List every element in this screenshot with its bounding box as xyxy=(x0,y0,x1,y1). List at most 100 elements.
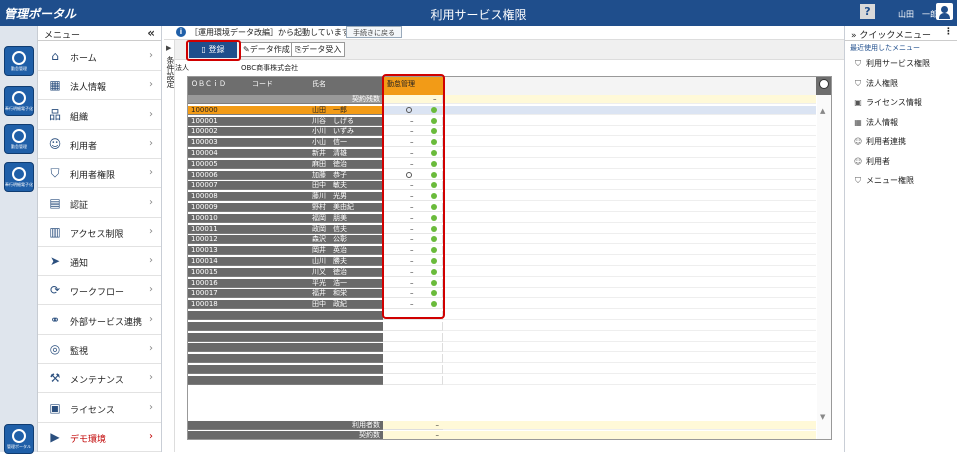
empty-label-cell xyxy=(188,375,383,385)
obcid-cell: 100006 xyxy=(191,170,218,179)
quick-menu-item[interactable]: ⛉ 利用サービス権限 xyxy=(853,58,930,69)
table-row[interactable]: 100009 野村 美由紀 – xyxy=(188,203,831,212)
user-name[interactable]: 山田 一郎 xyxy=(898,9,938,20)
scroll-down-icon[interactable]: ▼ xyxy=(820,413,825,421)
menu-item[interactable]: ▣ ライセンス › xyxy=(38,394,161,423)
menu-item-icon: 品 xyxy=(48,107,61,122)
quick-menu-item[interactable]: ▣ ライセンス情報 xyxy=(853,97,922,108)
menu-item-icon: ⌂ xyxy=(51,49,59,63)
rail-app-button[interactable]: 勤怠管理 xyxy=(4,124,34,154)
top-bar: 管理ポータル 利用サービス権限 ? 山田 一郎 xyxy=(0,0,957,26)
rail-app-button[interactable]: 管理ポータル xyxy=(4,424,34,454)
menu-item[interactable]: ⚭ 外部サービス連携 › xyxy=(38,306,161,335)
menu-item[interactable]: ⌂ ホーム › xyxy=(38,42,161,71)
quick-menu-item[interactable]: ⛉ メニュー権限 xyxy=(853,175,914,186)
rail-app-button[interactable]: 勤怠管理 xyxy=(4,46,34,76)
table-row[interactable]: 100004 新井 清雄 – xyxy=(188,149,831,158)
corp-label: 法人 xyxy=(175,64,189,72)
rail-app-label: 管理ポータル xyxy=(7,444,31,449)
user-avatar-icon[interactable] xyxy=(936,3,953,20)
quick-menu-header: » クイックメニュー ⋮ xyxy=(845,26,957,41)
table-row[interactable]: 100008 藤川 光男 – xyxy=(188,192,831,202)
header-name[interactable]: 氏名 xyxy=(312,79,326,89)
table-row[interactable]: 100017 福井 和栄 – xyxy=(188,289,831,299)
obcid-cell: 100017 xyxy=(191,289,218,298)
quick-menu-item[interactable]: ☺ 利用者 xyxy=(853,156,890,167)
row-label-cell: 100005 麻田 徳治 xyxy=(188,159,383,169)
menu-item[interactable]: ⟳ ワークフロー › xyxy=(38,276,161,306)
quick-menu-arrow-icon[interactable]: » xyxy=(851,31,857,41)
quick-item-label: 法人権限 xyxy=(866,78,898,88)
condition-strip[interactable]: ▶ 条件設定 xyxy=(164,40,175,452)
menu-item[interactable]: ▤ 認証 › xyxy=(38,189,161,218)
table-row[interactable]: 100010 福岡 朋美 – xyxy=(188,213,831,223)
menu-item[interactable]: ◎ 監視 › xyxy=(38,335,161,364)
row-rest xyxy=(443,116,816,126)
back-to-procedure-button[interactable]: 手続きに戻る xyxy=(346,26,402,38)
quick-menu-item[interactable]: ▦ 法人情報 xyxy=(853,117,898,128)
collapse-menu-icon[interactable]: « xyxy=(147,26,155,40)
quick-item-icon: ⛉ xyxy=(855,78,861,88)
table-row[interactable]: 100000 山田 一郎 xyxy=(188,105,831,115)
table-row[interactable]: 100006 加藤 恭子 xyxy=(188,170,831,180)
toolbar: ▯ 登録 ✎データ作成 ⎘データ受入 xyxy=(175,40,844,60)
menu-item[interactable]: 品組織 › xyxy=(38,101,161,130)
quick-menu-item[interactable]: ⛉ 法人権限 xyxy=(853,78,898,89)
name-cell: 野村 美由紀 xyxy=(312,203,354,211)
quick-menu-item[interactable]: ☺ 利用者連携 xyxy=(853,136,906,147)
footer-rest xyxy=(443,421,816,430)
chevron-right-icon: › xyxy=(149,137,153,149)
table-row[interactable]: 100018 田中 政紀 – xyxy=(188,300,831,310)
create-data-button[interactable]: ✎データ作成 xyxy=(239,42,294,57)
menu-item[interactable]: ⛉ 利用者権限 › xyxy=(38,159,161,189)
menu-item[interactable]: ⚒ メンテナンス › xyxy=(38,364,161,394)
recent-menu-label: 最近使用したメニュー xyxy=(850,44,920,52)
menu-item[interactable]: ▦ 法人情報 › xyxy=(38,71,161,101)
help-icon[interactable]: ? xyxy=(860,4,875,19)
empty-module-cell xyxy=(383,365,443,374)
rail-app-label: 奉行明細電子化 xyxy=(5,182,33,187)
table-row[interactable]: 100013 岡井 英治 – xyxy=(188,246,831,256)
table-row[interactable]: 100005 麻田 徳治 – xyxy=(188,159,831,169)
name-cell: 岡井 英治 xyxy=(312,246,347,255)
table-row[interactable]: 100001 川谷 しげる – xyxy=(188,116,831,126)
create-data-label: データ作成 xyxy=(249,45,290,54)
rail-app-button[interactable]: 奉行明細電子化 xyxy=(4,162,34,192)
chevron-right-icon: › xyxy=(149,196,153,208)
empty-row xyxy=(188,365,831,374)
row-label-cell: 100004 新井 清雄 xyxy=(188,149,383,158)
name-cell: 田中 敏夫 xyxy=(312,181,347,190)
menu-item[interactable]: ☺ 利用者 › xyxy=(38,130,161,159)
expand-arrow-icon[interactable]: ▶ xyxy=(166,44,171,52)
empty-label-cell xyxy=(188,332,383,342)
table-row[interactable]: 100014 山川 勝夫 – xyxy=(188,257,831,266)
obcid-cell: 100009 xyxy=(191,203,218,211)
table-row[interactable]: 100015 川又 徳治 – xyxy=(188,267,831,277)
table-row[interactable]: 100011 政岡 信夫 – xyxy=(188,224,831,234)
table-row[interactable]: 100003 小山 信一 – xyxy=(188,138,831,148)
empty-module-cell xyxy=(383,321,443,331)
menu-item-label: 外部サービス連携 xyxy=(70,317,143,328)
header-code[interactable]: コード xyxy=(252,79,273,89)
chevron-right-icon: › xyxy=(149,343,153,354)
rail-app-button[interactable]: 奉行明細電子化 xyxy=(4,86,34,116)
count-row-label-cell: 契約残数 xyxy=(188,95,383,104)
import-data-button[interactable]: ⎘データ受入 xyxy=(291,42,346,57)
menu-item[interactable]: ▶ デモ環境 › xyxy=(38,423,161,452)
table-row[interactable]: 100002 小川 いずみ – xyxy=(188,127,831,137)
scroll-up-icon[interactable]: ▲ xyxy=(820,107,825,115)
menu-item[interactable]: ▥ アクセス制限 › xyxy=(38,218,161,247)
search-icon[interactable] xyxy=(819,79,829,89)
app-icon xyxy=(12,91,26,105)
table-row[interactable]: 100007 田中 敏夫 – xyxy=(188,181,831,191)
menu-item-icon: ⛉ xyxy=(50,166,60,181)
menu-item[interactable]: ➤ 通知 › xyxy=(38,247,161,277)
vertical-scrollbar[interactable]: ▲ ▼ xyxy=(817,95,831,439)
table-row[interactable]: 100016 平光 浩一 – xyxy=(188,278,831,288)
row-label-cell: 100010 福岡 朋美 xyxy=(188,213,383,223)
name-cell: 川谷 しげる xyxy=(312,116,354,125)
table-row[interactable]: 100012 森沢 公彰 – xyxy=(188,235,831,245)
name-cell: 山川 勝夫 xyxy=(312,257,347,265)
more-icon[interactable]: ⋮ xyxy=(944,27,953,37)
header-obcid[interactable]: ＯＢＣｉＤ xyxy=(191,79,226,89)
